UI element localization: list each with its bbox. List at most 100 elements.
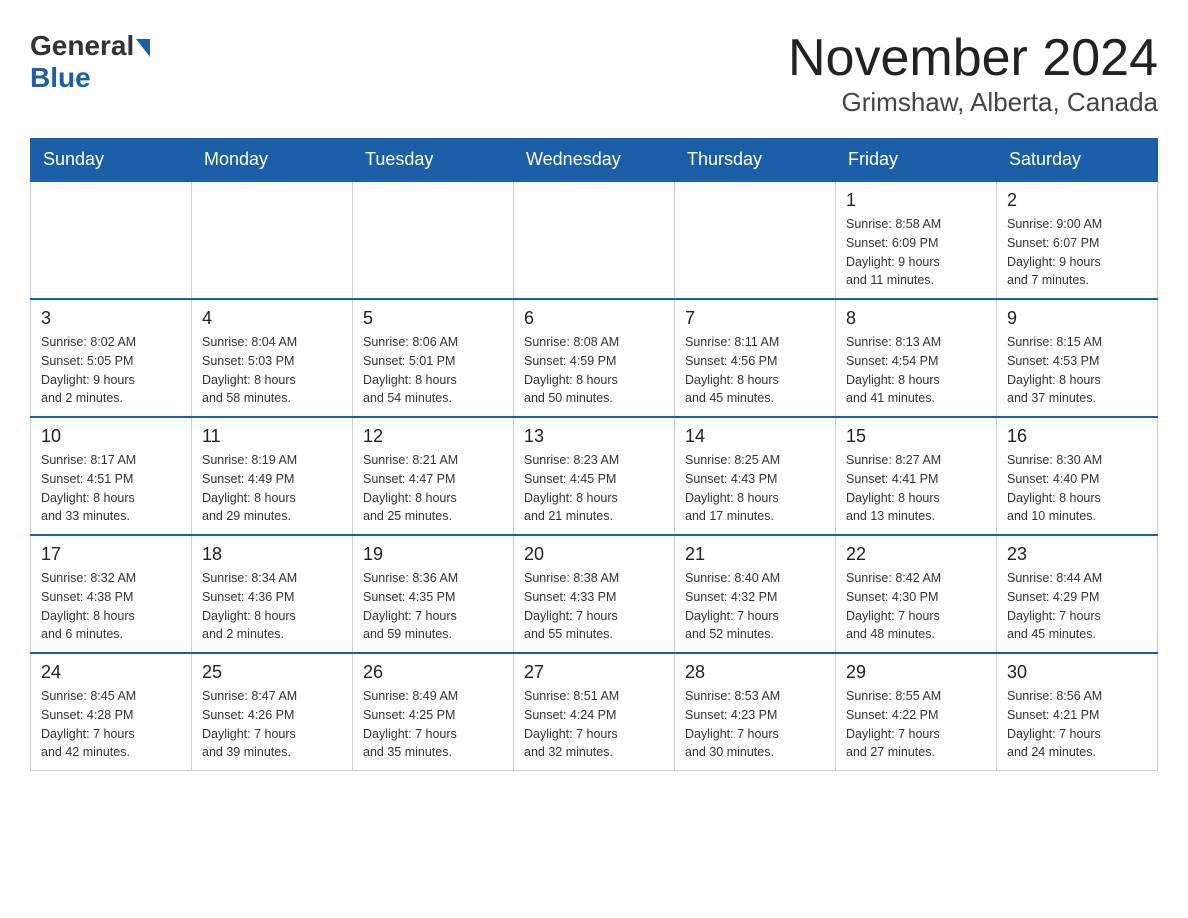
calendar-cell: 28 Sunrise: 8:53 AM Sunset: 4:23 PM Dayli… [675, 653, 836, 771]
calendar-week-row: 17 Sunrise: 8:32 AM Sunset: 4:38 PM Dayli… [31, 535, 1158, 653]
calendar-cell: 3 Sunrise: 8:02 AM Sunset: 5:05 PM Daylig… [31, 299, 192, 417]
day-number: 19 [363, 544, 503, 565]
day-info: Sunrise: 8:38 AM Sunset: 4:33 PM Dayligh… [524, 569, 664, 644]
logo-triangle-icon [136, 39, 150, 57]
calendar-cell: 25 Sunrise: 8:47 AM Sunset: 4:26 PM Dayli… [192, 653, 353, 771]
calendar-cell: 2Sunrise: 9:00 AM Sunset: 6:07 PM Daylig… [997, 181, 1158, 299]
day-info: Sunrise: 8:06 AM Sunset: 5:01 PM Dayligh… [363, 333, 503, 408]
calendar-cell [675, 181, 836, 299]
day-info: Sunrise: 8:30 AM Sunset: 4:40 PM Dayligh… [1007, 451, 1147, 526]
calendar-cell: 30 Sunrise: 8:56 AM Sunset: 4:21 PM Dayli… [997, 653, 1158, 771]
day-info: Sunrise: 8:34 AM Sunset: 4:36 PM Dayligh… [202, 569, 342, 644]
logo-blue-text: Blue [30, 62, 91, 94]
weekday-header-tuesday: Tuesday [353, 139, 514, 182]
day-info: Sunrise: 8:04 AM Sunset: 5:03 PM Dayligh… [202, 333, 342, 408]
day-info: Sunrise: 8:17 AM Sunset: 4:51 PM Dayligh… [41, 451, 181, 526]
calendar-cell: 27Sunrise: 8:51 AM Sunset: 4:24 PM Dayli… [514, 653, 675, 771]
day-number: 22 [846, 544, 986, 565]
weekday-header-friday: Friday [836, 139, 997, 182]
day-info: Sunrise: 8:40 AM Sunset: 4:32 PM Dayligh… [685, 569, 825, 644]
day-info: Sunrise: 8:32 AM Sunset: 4:38 PM Dayligh… [41, 569, 181, 644]
calendar-week-row: 24Sunrise: 8:45 AM Sunset: 4:28 PM Dayli… [31, 653, 1158, 771]
day-info: Sunrise: 8:02 AM Sunset: 5:05 PM Dayligh… [41, 333, 181, 408]
day-info: Sunrise: 8:08 AM Sunset: 4:59 PM Dayligh… [524, 333, 664, 408]
title-block: November 2024 Grimshaw, Alberta, Canada [788, 30, 1158, 118]
day-info: Sunrise: 8:49 AM Sunset: 4:25 PM Dayligh… [363, 687, 503, 762]
day-number: 16 [1007, 426, 1147, 447]
day-number: 25 [202, 662, 342, 683]
calendar-cell: 23 Sunrise: 8:44 AM Sunset: 4:29 PM Dayli… [997, 535, 1158, 653]
day-info: Sunrise: 8:11 AM Sunset: 4:56 PM Dayligh… [685, 333, 825, 408]
day-info: Sunrise: 8:47 AM Sunset: 4:26 PM Dayligh… [202, 687, 342, 762]
calendar-cell: 18 Sunrise: 8:34 AM Sunset: 4:36 PM Dayli… [192, 535, 353, 653]
calendar-cell: 19 Sunrise: 8:36 AM Sunset: 4:35 PM Dayli… [353, 535, 514, 653]
day-number: 3 [41, 308, 181, 329]
day-info: Sunrise: 8:13 AM Sunset: 4:54 PM Dayligh… [846, 333, 986, 408]
calendar-header-row: SundayMondayTuesdayWednesdayThursdayFrid… [31, 139, 1158, 182]
calendar-cell: 22Sunrise: 8:42 AM Sunset: 4:30 PM Dayli… [836, 535, 997, 653]
calendar-cell: 20 Sunrise: 8:38 AM Sunset: 4:33 PM Dayli… [514, 535, 675, 653]
day-info: Sunrise: 8:55 AM Sunset: 4:22 PM Dayligh… [846, 687, 986, 762]
day-info: Sunrise: 8:21 AM Sunset: 4:47 PM Dayligh… [363, 451, 503, 526]
calendar-cell [353, 181, 514, 299]
day-number: 13 [524, 426, 664, 447]
day-info: Sunrise: 8:19 AM Sunset: 4:49 PM Dayligh… [202, 451, 342, 526]
calendar-cell: 9Sunrise: 8:15 AM Sunset: 4:53 PM Daylig… [997, 299, 1158, 417]
weekday-header-monday: Monday [192, 139, 353, 182]
day-number: 6 [524, 308, 664, 329]
day-number: 4 [202, 308, 342, 329]
calendar-week-row: 1Sunrise: 8:58 AM Sunset: 6:09 PM Daylig… [31, 181, 1158, 299]
day-number: 12 [363, 426, 503, 447]
calendar-cell: 12 Sunrise: 8:21 AM Sunset: 4:47 PM Dayli… [353, 417, 514, 535]
month-year-title: November 2024 [788, 30, 1158, 87]
weekday-header-thursday: Thursday [675, 139, 836, 182]
calendar-cell: 16 Sunrise: 8:30 AM Sunset: 4:40 PM Dayli… [997, 417, 1158, 535]
day-info: Sunrise: 8:44 AM Sunset: 4:29 PM Dayligh… [1007, 569, 1147, 644]
calendar-cell: 13Sunrise: 8:23 AM Sunset: 4:45 PM Dayli… [514, 417, 675, 535]
day-number: 15 [846, 426, 986, 447]
calendar-cell: 4 Sunrise: 8:04 AM Sunset: 5:03 PM Daylig… [192, 299, 353, 417]
day-number: 18 [202, 544, 342, 565]
day-number: 20 [524, 544, 664, 565]
day-info: Sunrise: 8:25 AM Sunset: 4:43 PM Dayligh… [685, 451, 825, 526]
day-info: Sunrise: 8:53 AM Sunset: 4:23 PM Dayligh… [685, 687, 825, 762]
calendar-week-row: 10 Sunrise: 8:17 AM Sunset: 4:51 PM Dayli… [31, 417, 1158, 535]
day-number: 23 [1007, 544, 1147, 565]
weekday-header-saturday: Saturday [997, 139, 1158, 182]
day-number: 5 [363, 308, 503, 329]
day-number: 29 [846, 662, 986, 683]
day-info: Sunrise: 9:00 AM Sunset: 6:07 PM Dayligh… [1007, 215, 1147, 290]
calendar-cell: 6 Sunrise: 8:08 AM Sunset: 4:59 PM Daylig… [514, 299, 675, 417]
location-subtitle: Grimshaw, Alberta, Canada [788, 87, 1158, 118]
day-number: 30 [1007, 662, 1147, 683]
calendar-cell: 26Sunrise: 8:49 AM Sunset: 4:25 PM Dayli… [353, 653, 514, 771]
calendar-table: SundayMondayTuesdayWednesdayThursdayFrid… [30, 138, 1158, 771]
day-info: Sunrise: 8:36 AM Sunset: 4:35 PM Dayligh… [363, 569, 503, 644]
day-number: 7 [685, 308, 825, 329]
calendar-cell [192, 181, 353, 299]
calendar-cell: 17 Sunrise: 8:32 AM Sunset: 4:38 PM Dayli… [31, 535, 192, 653]
calendar-cell: 1Sunrise: 8:58 AM Sunset: 6:09 PM Daylig… [836, 181, 997, 299]
calendar-cell: 29 Sunrise: 8:55 AM Sunset: 4:22 PM Dayli… [836, 653, 997, 771]
day-number: 14 [685, 426, 825, 447]
day-number: 11 [202, 426, 342, 447]
day-number: 28 [685, 662, 825, 683]
weekday-header-wednesday: Wednesday [514, 139, 675, 182]
calendar-cell: 21Sunrise: 8:40 AM Sunset: 4:32 PM Dayli… [675, 535, 836, 653]
calendar-cell: 15Sunrise: 8:27 AM Sunset: 4:41 PM Dayli… [836, 417, 997, 535]
calendar-cell: 5 Sunrise: 8:06 AM Sunset: 5:01 PM Daylig… [353, 299, 514, 417]
day-info: Sunrise: 8:58 AM Sunset: 6:09 PM Dayligh… [846, 215, 986, 290]
day-number: 10 [41, 426, 181, 447]
day-info: Sunrise: 8:15 AM Sunset: 4:53 PM Dayligh… [1007, 333, 1147, 408]
day-info: Sunrise: 8:56 AM Sunset: 4:21 PM Dayligh… [1007, 687, 1147, 762]
day-number: 17 [41, 544, 181, 565]
calendar-cell: 24Sunrise: 8:45 AM Sunset: 4:28 PM Dayli… [31, 653, 192, 771]
calendar-cell [514, 181, 675, 299]
calendar-cell: 10 Sunrise: 8:17 AM Sunset: 4:51 PM Dayli… [31, 417, 192, 535]
logo-general-text: General [30, 30, 152, 62]
calendar-cell: 8 Sunrise: 8:13 AM Sunset: 4:54 PM Daylig… [836, 299, 997, 417]
calendar-cell [31, 181, 192, 299]
day-info: Sunrise: 8:51 AM Sunset: 4:24 PM Dayligh… [524, 687, 664, 762]
page-header: General Blue November 2024 Grimshaw, Alb… [30, 30, 1158, 118]
day-number: 8 [846, 308, 986, 329]
